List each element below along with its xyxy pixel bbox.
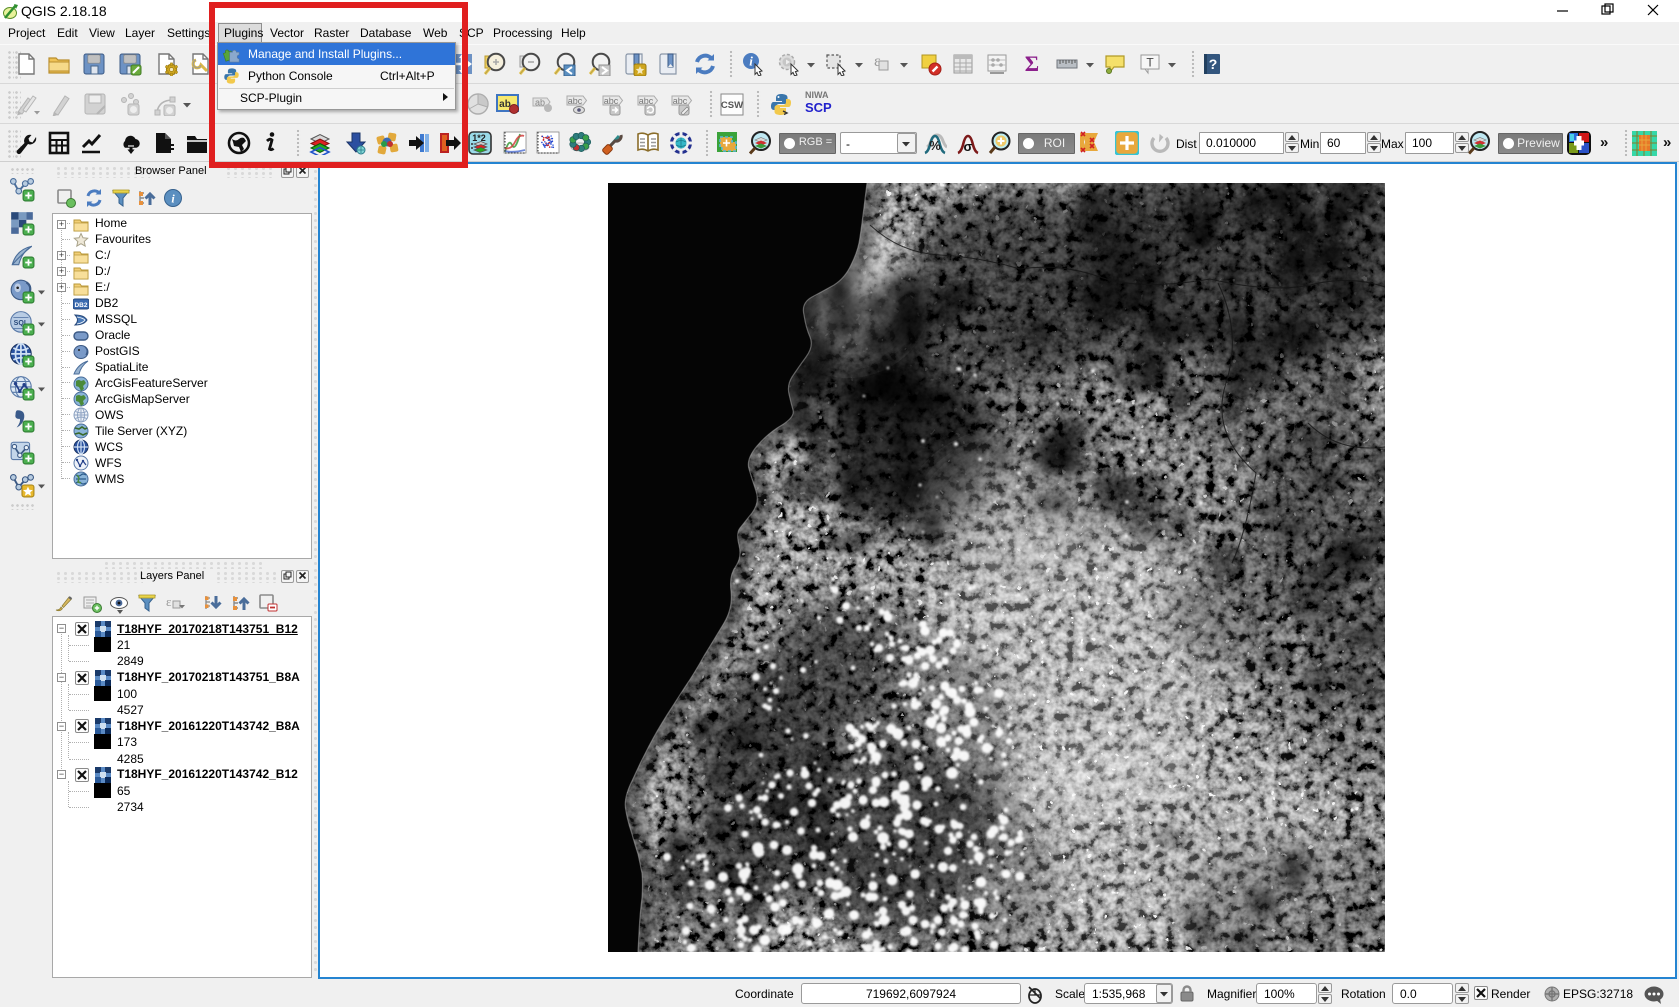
svg-text:1*2: 1*2 bbox=[472, 133, 486, 143]
svg-text:ab: ab bbox=[535, 98, 545, 108]
svg-text:T: T bbox=[1146, 56, 1154, 70]
svg-text:CSW: CSW bbox=[721, 100, 743, 111]
svg-text:%: % bbox=[929, 138, 941, 153]
svg-text:?: ? bbox=[1209, 56, 1218, 72]
svg-text:σ: σ bbox=[964, 139, 973, 154]
svg-text:DB2: DB2 bbox=[74, 302, 87, 309]
svg-text:ε: ε bbox=[166, 594, 172, 609]
svg-text:Σ: Σ bbox=[1025, 52, 1039, 76]
svg-text:i: i bbox=[749, 54, 753, 69]
svg-text:abc: abc bbox=[568, 96, 583, 106]
